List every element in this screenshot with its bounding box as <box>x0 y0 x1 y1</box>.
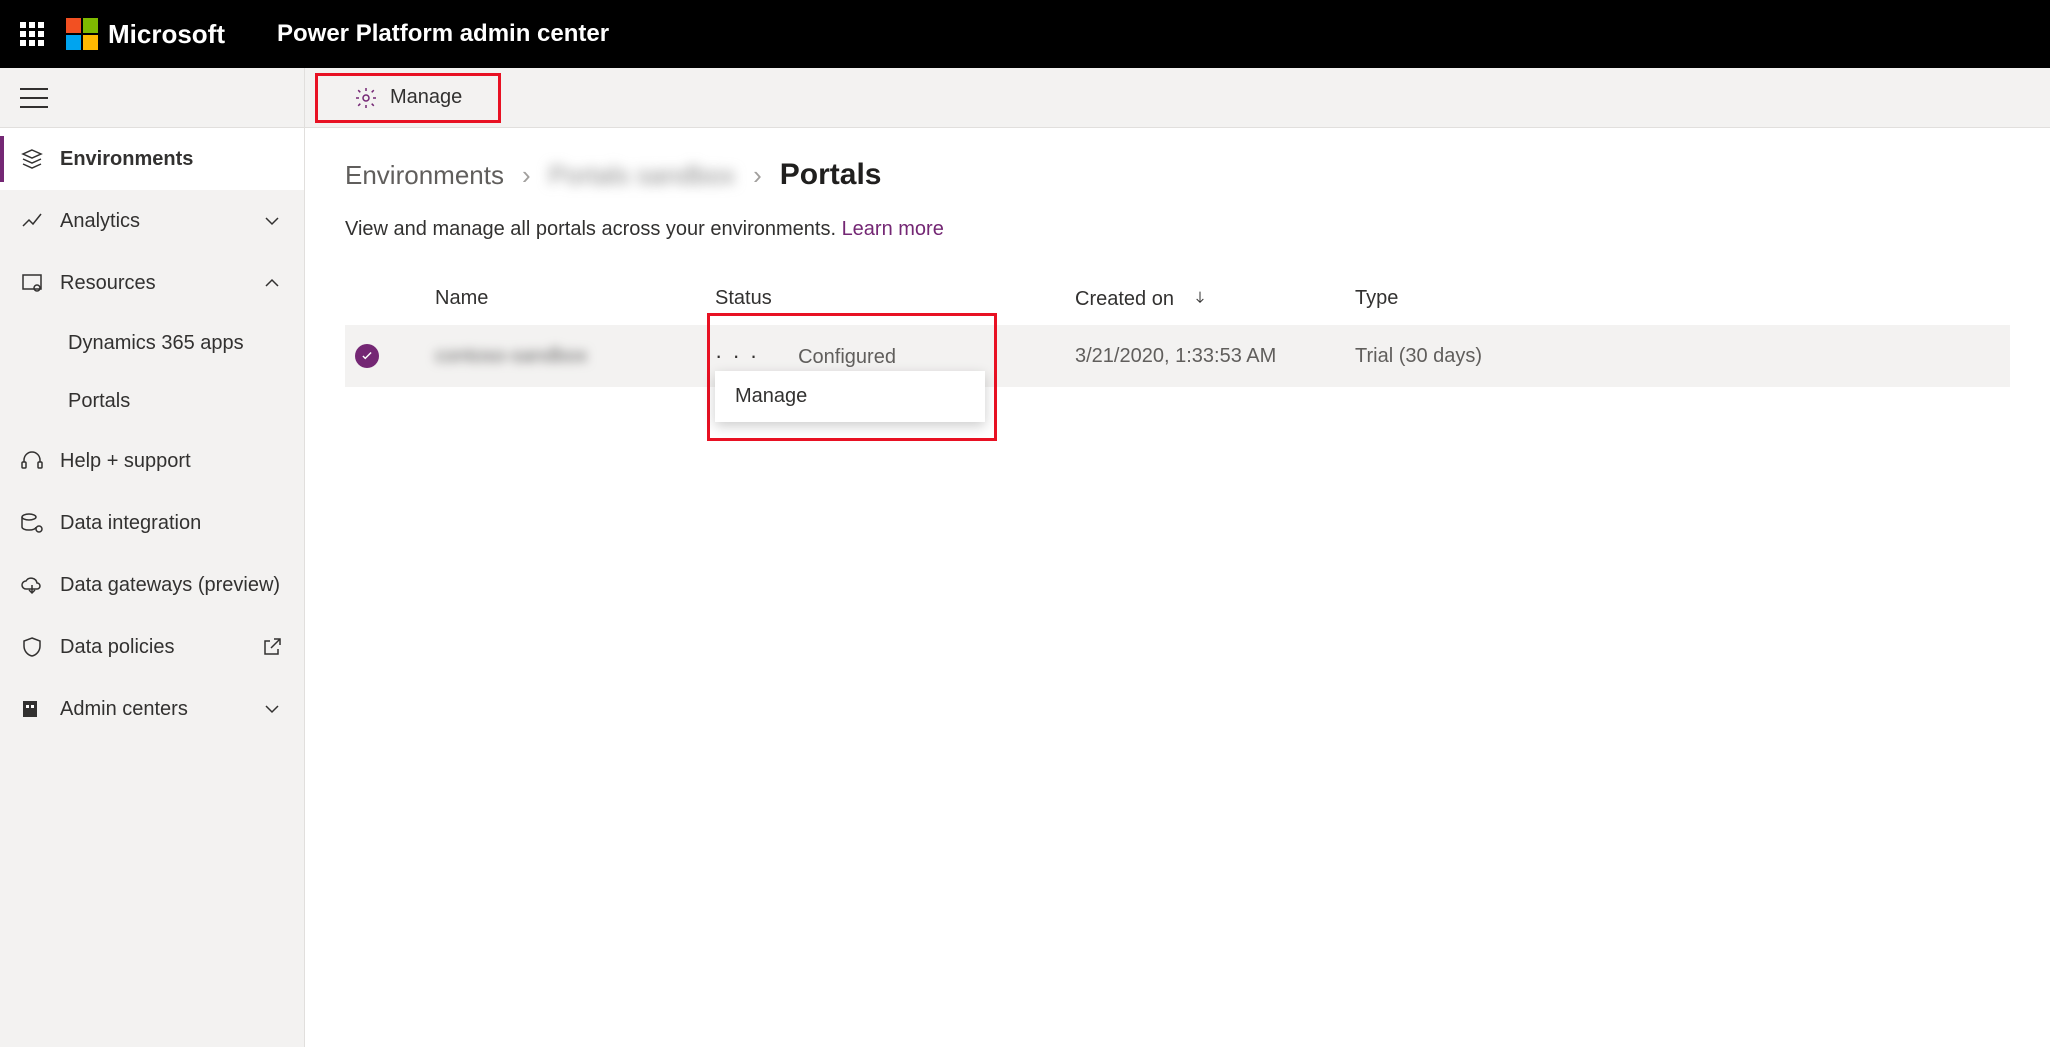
sidebar-item-label: Data policies <box>60 636 175 659</box>
sidebar-item-data-integration[interactable]: Data integration <box>0 492 304 554</box>
portals-table: Name Status Created on Type <box>345 271 2010 387</box>
row-created-on: 3/21/2020, 1:33:53 AM <box>1075 345 1276 367</box>
manage-button[interactable]: Manage <box>318 76 498 120</box>
column-header-label: Created on <box>1075 288 1174 310</box>
column-header-name[interactable]: Name <box>425 271 705 325</box>
top-header: Microsoft Power Platform admin center <box>0 0 2050 68</box>
shield-icon <box>20 635 44 659</box>
row-context-menu: Manage <box>715 371 985 422</box>
sidebar-item-label: Environments <box>60 148 193 171</box>
sidebar-item-data-policies[interactable]: Data policies <box>0 616 304 678</box>
sort-descending-icon <box>1188 285 1212 309</box>
chevron-down-icon <box>260 209 284 233</box>
column-header-created-on[interactable]: Created on <box>1065 271 1345 325</box>
sidebar-item-data-gateways[interactable]: Data gateways (preview) <box>0 554 304 616</box>
breadcrumb-separator: › <box>753 160 762 191</box>
table-row[interactable]: contoso-sandbox · · · Configured Manage <box>345 325 2010 387</box>
sidebar-item-analytics[interactable]: Analytics <box>0 190 304 252</box>
app-title: Power Platform admin center <box>277 20 609 48</box>
breadcrumb-environment-name[interactable]: Portals sandbox <box>549 160 735 191</box>
more-actions-icon[interactable]: · · · <box>715 343 759 368</box>
cloud-icon <box>20 573 44 597</box>
column-header-type[interactable]: Type <box>1345 271 2010 325</box>
analytics-icon <box>20 209 44 233</box>
breadcrumb-separator: › <box>522 160 531 191</box>
gear-icon <box>354 86 378 110</box>
sidebar-subitem-label: Dynamics 365 apps <box>68 332 244 355</box>
sidebar: Environments Analytics Resources Dynamic… <box>0 68 305 1047</box>
command-bar: Manage <box>305 68 2050 128</box>
sidebar-item-label: Data gateways (preview) <box>60 574 280 597</box>
sidebar-item-label: Analytics <box>60 210 140 233</box>
headset-icon <box>20 449 44 473</box>
sidebar-toggle-row <box>0 68 304 128</box>
sidebar-item-resources[interactable]: Resources <box>0 252 304 314</box>
sidebar-subitem-label: Portals <box>68 390 130 413</box>
chevron-up-icon <box>260 271 284 295</box>
row-status: Configured <box>798 346 896 368</box>
resources-icon <box>20 271 44 295</box>
breadcrumb: Environments › Portals sandbox › Portals <box>345 158 2010 192</box>
admin-centers-icon <box>20 697 44 721</box>
status-cell: · · · Configured Manage <box>715 343 1055 369</box>
sidebar-item-label: Admin centers <box>60 698 188 721</box>
app-launcher-icon[interactable] <box>20 22 44 46</box>
annotation-highlight-box: Manage <box>315 73 501 123</box>
brand-label: Microsoft <box>108 19 225 50</box>
sidebar-subitem-portals[interactable]: Portals <box>0 372 304 430</box>
context-menu-item-manage[interactable]: Manage <box>735 385 965 408</box>
sidebar-subitem-dynamics365[interactable]: Dynamics 365 apps <box>0 314 304 372</box>
learn-more-link[interactable]: Learn more <box>842 218 944 240</box>
page-description: View and manage all portals across your … <box>345 218 2010 241</box>
sidebar-item-environments[interactable]: Environments <box>0 128 304 190</box>
external-link-icon <box>260 635 284 659</box>
page-body: Environments › Portals sandbox › Portals… <box>305 128 2050 1047</box>
sidebar-item-admin-centers[interactable]: Admin centers <box>0 678 304 740</box>
manage-button-label: Manage <box>390 86 462 109</box>
row-selected-icon[interactable] <box>355 344 379 368</box>
content-area: Manage Environments › Portals sandbox › … <box>305 68 2050 1047</box>
sidebar-item-label: Resources <box>60 272 156 295</box>
microsoft-logo[interactable]: Microsoft <box>66 18 225 50</box>
row-name: contoso-sandbox <box>435 345 587 367</box>
row-type: Trial (30 days) <box>1355 345 1482 367</box>
description-text: View and manage all portals across your … <box>345 218 842 240</box>
microsoft-logo-icon <box>66 18 98 50</box>
data-integration-icon <box>20 511 44 535</box>
sidebar-item-label: Help + support <box>60 450 191 473</box>
layers-icon <box>20 147 44 171</box>
breadcrumb-current: Portals <box>780 158 882 192</box>
column-header-status[interactable]: Status <box>705 271 1065 325</box>
hamburger-icon[interactable] <box>20 88 48 108</box>
chevron-down-icon <box>260 697 284 721</box>
sidebar-item-label: Data integration <box>60 512 201 535</box>
sidebar-item-help-support[interactable]: Help + support <box>0 430 304 492</box>
breadcrumb-root[interactable]: Environments <box>345 160 504 191</box>
